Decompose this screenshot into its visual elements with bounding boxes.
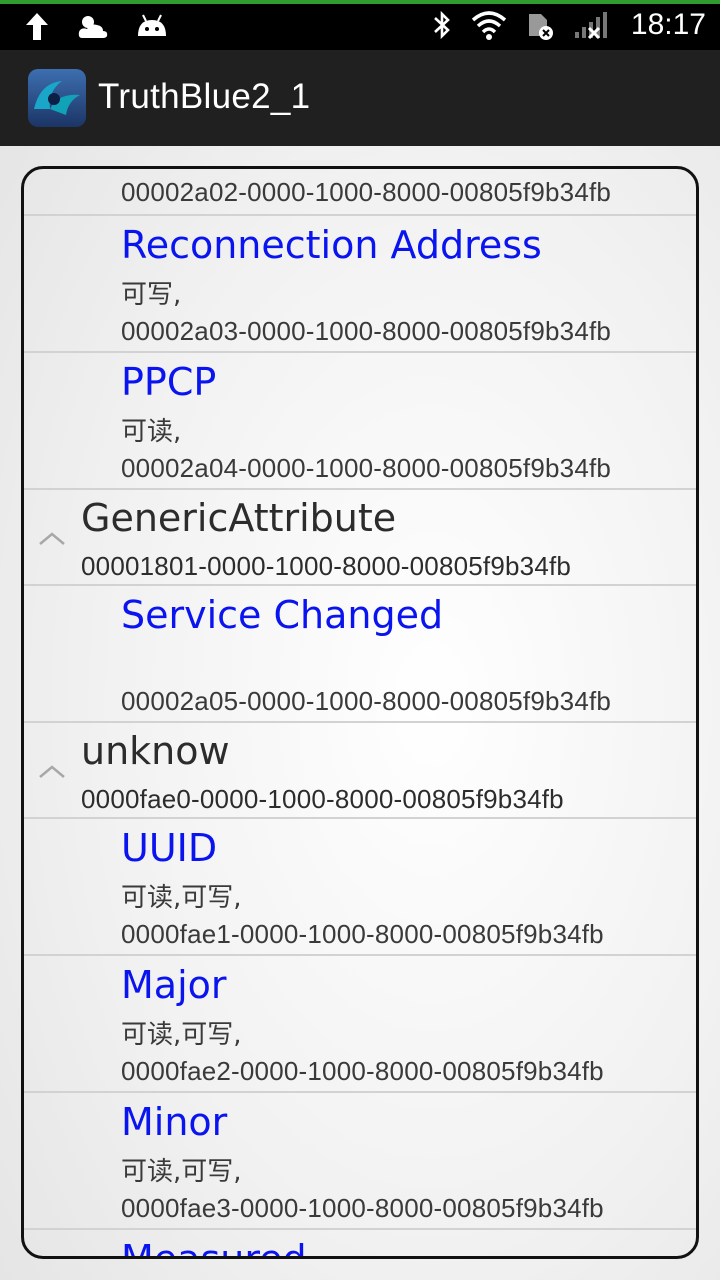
status-bar: 18:17	[0, 0, 720, 50]
characteristic-row[interactable]: UUID 可读,可写, 0000fae1-0000-1000-8000-0080…	[24, 819, 696, 954]
service-uuid: 0000fae0-0000-1000-8000-00805f9b34fb	[81, 784, 564, 814]
wifi-icon	[471, 8, 507, 42]
characteristic-uuid: 0000fae3-0000-1000-8000-00805f9b34fb	[121, 1193, 604, 1223]
characteristic-row[interactable]: Measured	[24, 1230, 696, 1259]
characteristic-uuid: 00002a02-0000-1000-8000-00805f9b34fb	[121, 177, 612, 207]
characteristic-uuid: 00002a05-0000-1000-8000-00805f9b34fb	[121, 686, 612, 716]
sim-error-icon	[525, 8, 555, 42]
characteristic-name: Major	[121, 963, 227, 1007]
characteristic-name: Service Changed	[121, 593, 444, 637]
characteristic-row[interactable]: PPCP 可读, 00002a04-0000-1000-8000-00805f9…	[24, 353, 696, 488]
characteristic-uuid: 0000fae2-0000-1000-8000-00805f9b34fb	[121, 1056, 604, 1086]
service-row[interactable]: unknow 0000fae0-0000-1000-8000-00805f9b3…	[24, 723, 696, 817]
signal-no-service-icon	[573, 8, 609, 42]
bluetooth-icon	[431, 8, 453, 42]
chevron-up-icon[interactable]	[37, 530, 67, 546]
characteristic-properties: 可读,可写,	[121, 883, 242, 913]
characteristic-name: Minor	[121, 1100, 228, 1144]
characteristic-row[interactable]: Reconnection Address 可写, 00002a03-0000-1…	[24, 216, 696, 351]
characteristic-name: PPCP	[121, 360, 217, 404]
truthblue-app-icon[interactable]	[28, 69, 86, 127]
characteristic-uuid: 00002a04-0000-1000-8000-00805f9b34fb	[121, 453, 612, 483]
android-debug-icon	[134, 10, 170, 44]
service-row[interactable]: GenericAttribute 00001801-0000-1000-8000…	[24, 490, 696, 584]
characteristic-row[interactable]: Major 可读,可写, 0000fae2-0000-1000-8000-008…	[24, 956, 696, 1091]
service-name: unknow	[81, 729, 230, 773]
characteristic-uuid: 0000fae1-0000-1000-8000-00805f9b34fb	[121, 919, 604, 949]
app-title: TruthBlue2_1	[98, 77, 311, 116]
characteristic-row[interactable]: Service Changed 00002a05-0000-1000-8000-…	[24, 586, 696, 721]
characteristic-uuid: 00002a03-0000-1000-8000-00805f9b34fb	[121, 316, 612, 346]
characteristic-name: Measured	[121, 1237, 307, 1259]
characteristic-name: UUID	[121, 826, 218, 870]
characteristic-properties: 可读,	[121, 417, 182, 447]
service-name: GenericAttribute	[81, 496, 397, 540]
clock-time: 18:17	[630, 8, 706, 41]
chevron-up-icon[interactable]	[37, 763, 67, 779]
characteristic-row[interactable]: Minor 可读,可写, 0000fae3-0000-1000-8000-008…	[24, 1093, 696, 1228]
characteristic-properties: 可读,可写,	[121, 1157, 242, 1187]
characteristic-properties: 可读,可写,	[121, 1020, 242, 1050]
service-uuid: 00001801-0000-1000-8000-00805f9b34fb	[81, 551, 572, 581]
characteristic-properties: 可写,	[121, 280, 182, 310]
characteristic-name: Reconnection Address	[121, 223, 542, 267]
action-bar: TruthBlue2_1	[0, 50, 720, 146]
upload-arrow-icon	[22, 10, 52, 44]
weather-cloud-icon	[76, 10, 110, 44]
gatt-list[interactable]: 00002a02-0000-1000-8000-00805f9b34fb Rec…	[21, 166, 699, 1259]
